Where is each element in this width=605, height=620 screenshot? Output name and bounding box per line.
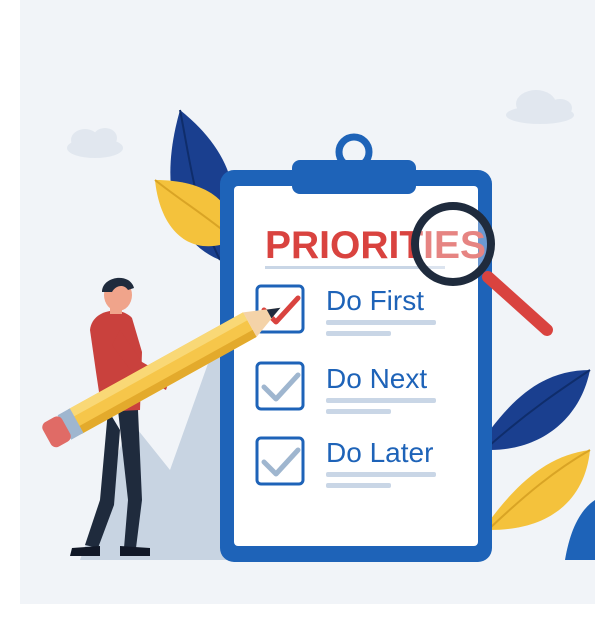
cloud-left-icon: [67, 128, 123, 158]
priorities-illustration: PRIORITIES Do First Do Next Do Later: [42, 90, 595, 562]
leaf-right-icon: [489, 369, 595, 560]
text-line: [326, 331, 391, 336]
clipboard-clip-icon: [292, 133, 416, 194]
illustration: PRIORITIES Do First Do Next Do Later: [20, 0, 595, 604]
text-line: [326, 409, 391, 414]
text-line: [326, 320, 436, 325]
item-label: Do Later: [326, 437, 433, 468]
text-line: [326, 398, 436, 403]
text-line: [326, 472, 436, 477]
item-label: Do First: [326, 285, 424, 316]
text-line: [326, 483, 391, 488]
cloud-right-icon: [506, 90, 574, 124]
item-label: Do Next: [326, 363, 427, 394]
